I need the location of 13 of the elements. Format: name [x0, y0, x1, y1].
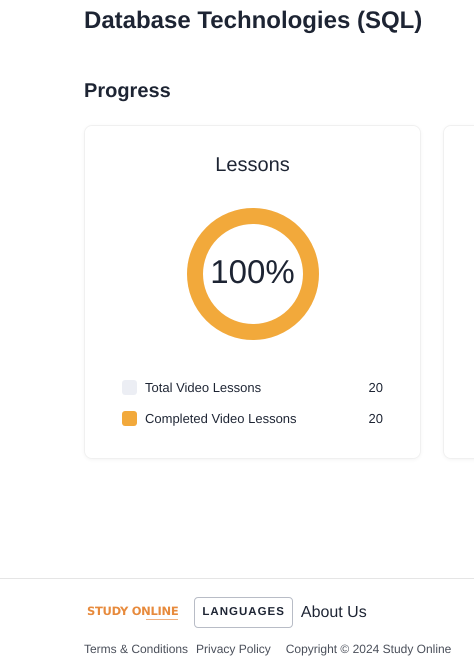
footer-link[interactable]: Terms & Conditions [84, 640, 188, 657]
legend-label: Total Video Lessons [145, 378, 262, 397]
legend-value: 20 [368, 378, 383, 397]
about-link[interactable]: About Us [300, 600, 367, 625]
languages-button[interactable]: LANGUAGES [194, 597, 293, 628]
legend-label: Completed Video Lessons [145, 410, 297, 428]
percent-label: 100% [209, 252, 296, 292]
card-title: Lessons [214, 153, 291, 178]
legend-value: 20 [368, 410, 383, 428]
footer-link[interactable]: Privacy Policy [196, 640, 271, 657]
section-title: Progress [84, 79, 172, 104]
page-title: Database Technologies (SQL) [84, 6, 424, 36]
copyright-text: Copyright © 2024 Study Online [286, 641, 452, 657]
